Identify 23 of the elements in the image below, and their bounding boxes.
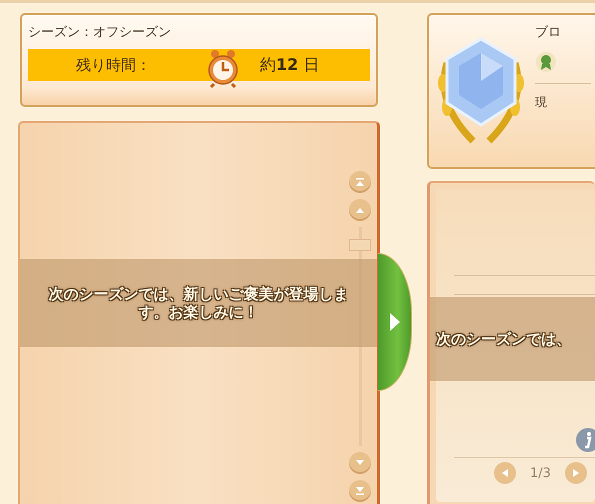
scroll-thumb[interactable] <box>349 239 371 251</box>
time-value: 約12 日 <box>260 54 320 76</box>
current-label: 現 <box>535 94 548 111</box>
right-triangle-icon <box>388 312 400 332</box>
season-label: シーズン：オフシーズン <box>28 24 172 41</box>
season-message: 次のシーズンでは、 <box>435 330 571 348</box>
right-triangle-icon <box>572 468 580 478</box>
alarm-clock-icon <box>206 48 240 88</box>
page-indicator: 1/3 <box>530 466 551 480</box>
scroll-top-icon <box>355 177 365 187</box>
next-page-button[interactable] <box>564 462 587 484</box>
scroll-up-button[interactable] <box>349 199 371 221</box>
left-triangle-icon <box>501 468 509 478</box>
season-message: 次のシーズンでは、新しいご褒美が登場します。お楽しみに！ <box>48 285 350 321</box>
ribbon-icon <box>535 51 557 73</box>
info-icon[interactable] <box>575 427 595 453</box>
time-label: 残り時間： <box>76 56 152 74</box>
scroll-bottom-icon <box>355 486 365 496</box>
previous-page-button[interactable] <box>494 462 516 484</box>
scroll-top-button[interactable] <box>349 171 371 193</box>
rank-title: ブロ <box>535 24 562 41</box>
scroll-bottom-button[interactable] <box>349 480 371 502</box>
scroll-down-button[interactable] <box>349 452 371 474</box>
